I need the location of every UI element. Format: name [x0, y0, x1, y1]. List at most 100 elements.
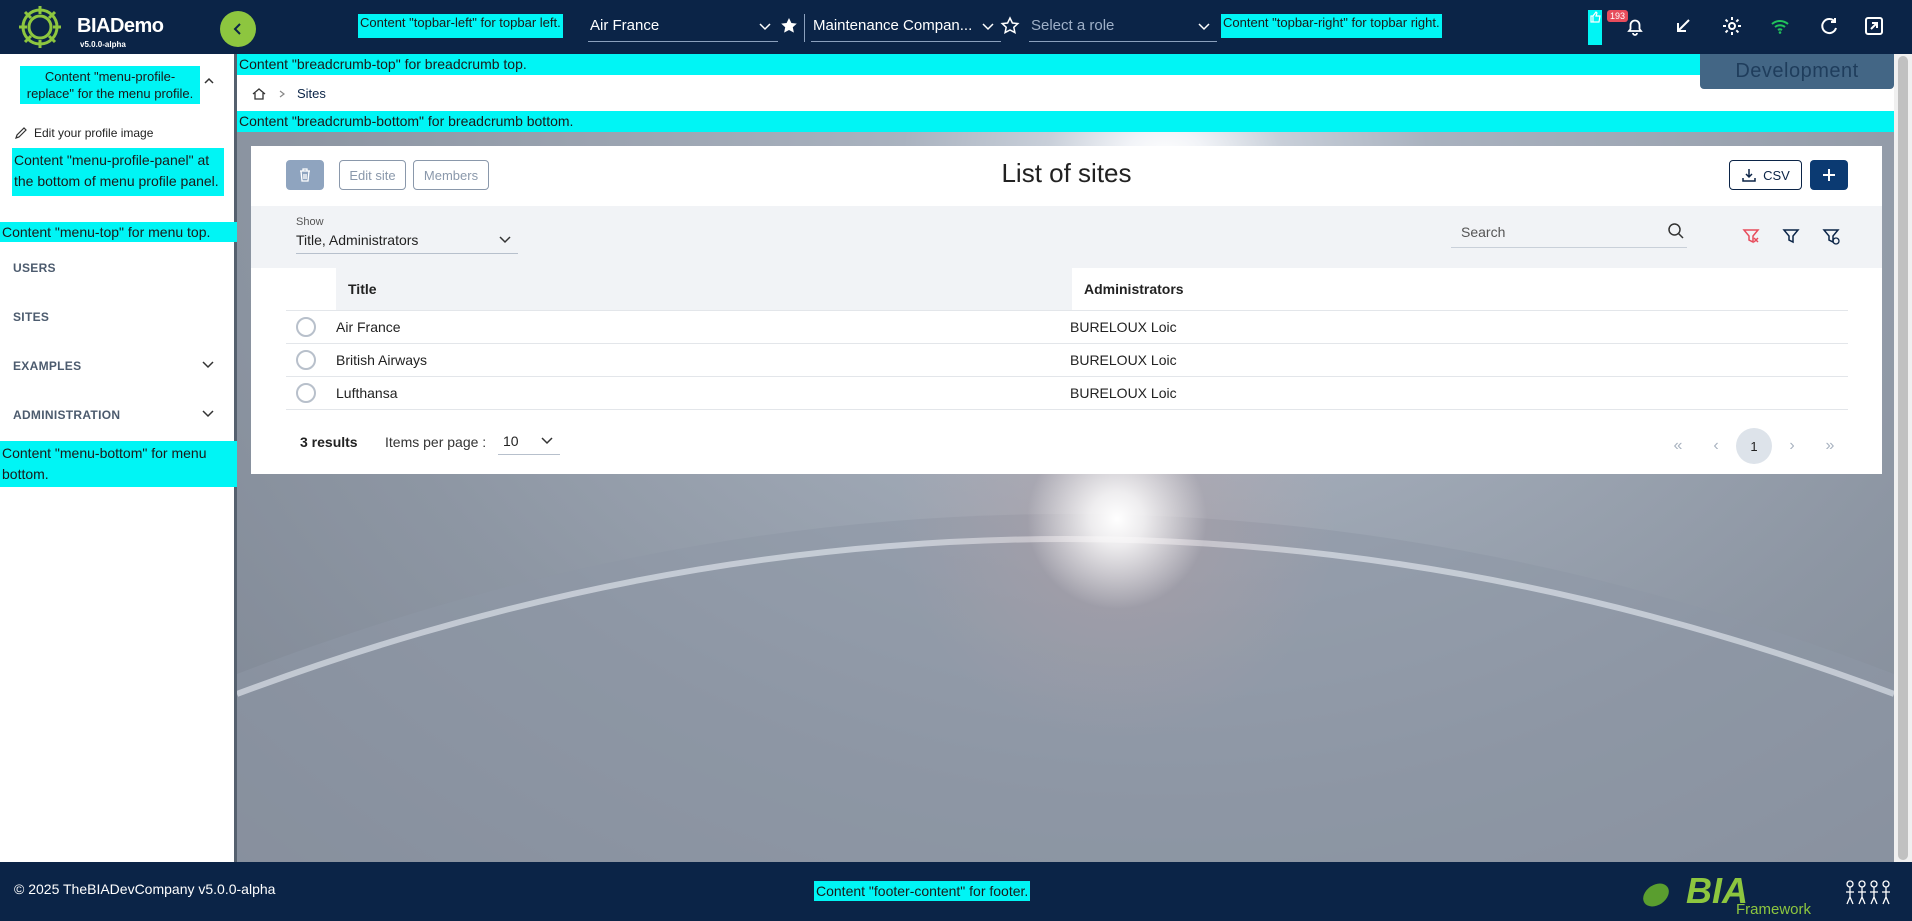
home-icon[interactable] [251, 86, 267, 102]
star-filled-icon[interactable] [777, 14, 801, 38]
page-scrollbar[interactable] [1894, 54, 1912, 862]
sidebar-item-sites[interactable]: SITES [13, 310, 223, 324]
app-version: v5.0.0-alpha [80, 40, 126, 49]
role-select[interactable]: Select a role [1029, 14, 1217, 42]
bia-logo-subtext: Framework [1736, 901, 1812, 917]
filter-bar: Show Title, Administrators Search [251, 206, 1882, 268]
environment-badge: Development [1700, 54, 1894, 89]
chevron-right-icon [279, 90, 285, 97]
site-select-value: Air France [590, 17, 660, 34]
csv-export-button[interactable]: CSV [1729, 160, 1802, 190]
filter-icon[interactable] [1781, 226, 1801, 246]
column-header-title[interactable]: Title [336, 268, 1072, 310]
sites-table: Title Administrators Air France BURELOUX… [286, 268, 1848, 410]
breadcrumb-current[interactable]: Sites [297, 86, 326, 101]
chevron-down-icon [202, 410, 214, 418]
chevron-down-icon [982, 23, 994, 31]
cell-administrators: BURELOUX Loic [1070, 352, 1177, 368]
select-column-header [286, 268, 336, 310]
bell-icon[interactable] [1623, 14, 1647, 38]
page-title: List of sites [1001, 158, 1132, 188]
sidebar-collapse-button[interactable] [220, 11, 256, 47]
edit-profile-image-link[interactable]: Edit your profile image [14, 126, 153, 140]
pencil-icon [15, 127, 27, 139]
menu-profile-panel: Content "menu-profile-panel" at the bott… [12, 148, 224, 196]
sidebar-item-administration[interactable]: ADMINISTRATION [13, 408, 223, 422]
sidebar-item-label: SITES [13, 310, 50, 324]
thumb-icon[interactable] [1588, 10, 1602, 24]
results-count: 3 results [300, 434, 358, 450]
sidebar-item-users[interactable]: USERS [13, 261, 223, 275]
chevron-left-icon [233, 23, 241, 35]
topbar-right-placeholder: Content "topbar-right" for topbar right. [1221, 14, 1442, 38]
cell-title: Air France [336, 319, 401, 335]
items-per-page-select[interactable]: 10 [498, 429, 560, 455]
clear-filter-icon[interactable] [1741, 226, 1761, 246]
people-icon [1846, 880, 1890, 905]
table-row[interactable]: British Airways BURELOUX Loic [286, 344, 1848, 377]
sidebar-item-label: EXAMPLES [13, 359, 82, 373]
sidebar-item-examples[interactable]: EXAMPLES [13, 359, 223, 373]
column-header-administrators[interactable]: Administrators [1072, 268, 1848, 310]
site-select[interactable]: Air France [588, 14, 778, 42]
row-select-radio[interactable] [296, 317, 316, 337]
row-select-radio[interactable] [296, 350, 316, 370]
cell-administrators: BURELOUX Loic [1070, 319, 1177, 335]
first-page-icon[interactable]: « [1660, 428, 1696, 464]
row-select-radio[interactable] [296, 383, 316, 403]
columns-select-value: Title, Administrators [296, 232, 419, 248]
items-per-page-value: 10 [503, 433, 519, 449]
show-label: Show [296, 216, 324, 228]
download-icon [1742, 169, 1756, 182]
cell-title: British Airways [336, 352, 428, 368]
table-row[interactable]: Lufthansa BURELOUX Loic [286, 377, 1848, 410]
chevron-up-icon[interactable] [202, 74, 216, 88]
topbar: BIADemo v5.0.0-alpha Content "topbar-lef… [0, 0, 1912, 54]
team-select-value: Maintenance Compan... [813, 17, 973, 34]
footer-content-placeholder: Content "footer-content" for footer. [814, 881, 1031, 901]
edit-profile-image-label: Edit your profile image [34, 126, 154, 140]
sidebar-item-label: USERS [13, 261, 56, 275]
search-placeholder: Search [1461, 224, 1506, 240]
footer: © 2025 TheBIADevCompany v5.0.0-alpha Con… [0, 862, 1912, 921]
search-icon [1668, 223, 1684, 239]
menu-top: Content "menu-top" for menu top. [0, 222, 237, 242]
divider [804, 14, 805, 42]
refresh-icon[interactable] [1817, 14, 1841, 38]
menu-bottom: Content "menu-bottom" for menu bottom. [0, 441, 237, 487]
wifi-icon [1771, 20, 1789, 34]
team-select[interactable]: Maintenance Compan... [811, 14, 1001, 42]
filter-settings-icon[interactable] [1821, 226, 1841, 246]
bia-framework-logo: BIA Framework [1643, 870, 1812, 917]
cell-title: Lufthansa [336, 385, 398, 401]
gear-icon[interactable] [1720, 14, 1744, 38]
page-number-button[interactable]: 1 [1736, 428, 1772, 464]
sidebar-item-label: ADMINISTRATION [13, 408, 121, 422]
last-page-icon[interactable]: » [1812, 428, 1848, 464]
columns-select[interactable]: Title, Administrators [296, 230, 518, 254]
role-select-placeholder: Select a role [1031, 17, 1115, 34]
chevron-down-icon [202, 361, 214, 369]
breadcrumb: Sites [237, 75, 1894, 112]
scrollbar-thumb[interactable] [1898, 56, 1908, 860]
breadcrumb-bottom-placeholder: Content "breadcrumb-bottom" for breadcru… [237, 111, 1894, 132]
table-header: Title Administrators [286, 268, 1848, 311]
chevron-down-icon [499, 236, 511, 244]
menu-profile-replace: Content "menu-profile-replace" for the m… [20, 66, 200, 104]
search-input[interactable]: Search [1451, 220, 1687, 248]
copyright: © 2025 TheBIADevCompany v5.0.0-alpha [14, 881, 276, 897]
table-row[interactable]: Air France BURELOUX Loic [286, 311, 1848, 344]
topbar-left-placeholder: Content "topbar-left" for topbar left. [358, 14, 563, 38]
csv-label: CSV [1763, 167, 1790, 183]
items-per-page-label: Items per page : [385, 434, 487, 450]
cell-administrators: BURELOUX Loic [1070, 385, 1177, 401]
fullscreen-icon[interactable] [1862, 14, 1886, 38]
arrow-down-left-icon[interactable] [1671, 14, 1695, 38]
star-outline-icon[interactable] [998, 14, 1022, 38]
plus-icon [1823, 169, 1835, 181]
previous-page-icon[interactable]: ‹ [1698, 428, 1734, 464]
next-page-icon[interactable]: › [1774, 428, 1810, 464]
add-site-button[interactable] [1810, 160, 1848, 190]
chevron-down-icon [759, 23, 771, 31]
breadcrumb-top-placeholder: Content "breadcrumb-top" for breadcrumb … [237, 54, 1894, 75]
